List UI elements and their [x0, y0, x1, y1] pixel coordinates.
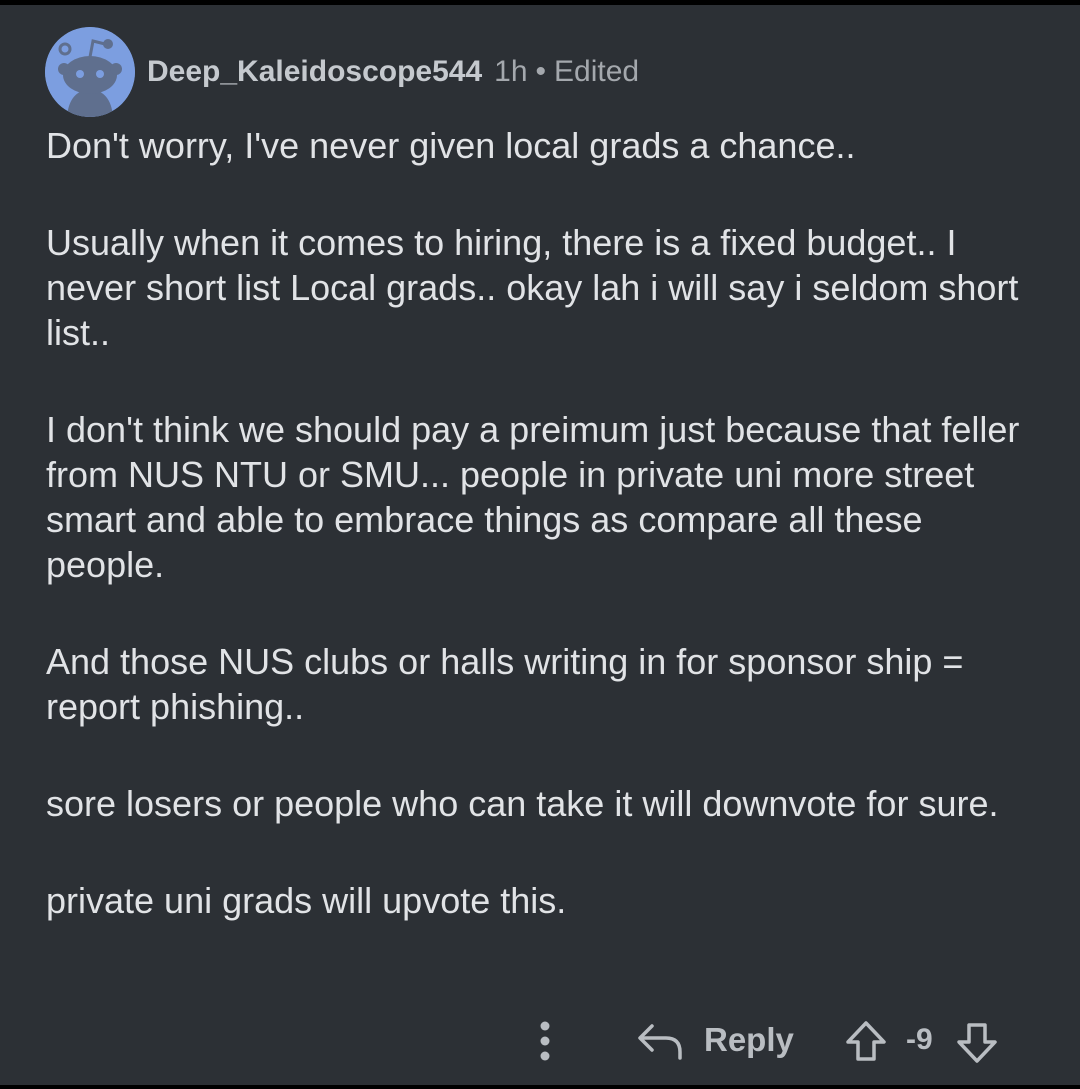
reply-arrow-icon	[638, 1024, 682, 1060]
reddit-snoo-avatar-icon	[45, 27, 135, 117]
comment-paragraph: private uni grads will upvote this.	[46, 880, 567, 921]
reply-label: Reply	[704, 1021, 794, 1058]
reply-button[interactable]: Reply	[636, 1017, 794, 1063]
comment-meta: 1h • Edited	[494, 55, 639, 89]
comment-paragraph: Usually when it comes to hiring, there i…	[46, 222, 1019, 353]
meta-separator: •	[535, 55, 547, 88]
comment-time: 1h	[494, 55, 528, 88]
comment-header: Deep_Kaleidoscope544 1h • Edited	[45, 27, 639, 117]
downvote-arrow-icon[interactable]	[955, 1021, 999, 1065]
vote-score: -9	[906, 1023, 933, 1056]
comment-paragraph: And those NUS clubs or halls writing in …	[46, 641, 964, 727]
comment-card: Deep_Kaleidoscope544 1h • Edited Don't wor…	[0, 5, 1080, 1085]
author-username[interactable]: Deep_Kaleidoscope544	[147, 55, 482, 89]
comment-paragraph: I don't think we should pay a preimum ju…	[46, 409, 1020, 585]
comment-paragraph: sore losers or people who can take it wi…	[46, 783, 999, 824]
avatar[interactable]	[45, 27, 135, 117]
comment-paragraph: Don't worry, I've never given local grad…	[46, 125, 856, 166]
more-vertical-icon[interactable]	[530, 1019, 560, 1063]
comment-actions: Reply -9	[0, 1015, 1080, 1065]
upvote-arrow-icon[interactable]	[844, 1019, 888, 1063]
comment-body: Don't worry, I've never given local grad…	[46, 123, 1036, 975]
edited-label: Edited	[554, 55, 640, 88]
